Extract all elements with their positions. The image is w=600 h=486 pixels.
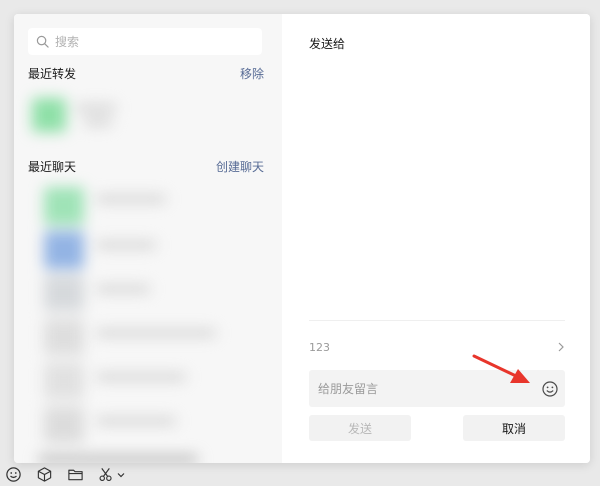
list-item[interactable] bbox=[44, 319, 84, 355]
send-button[interactable]: 发送 bbox=[309, 415, 411, 441]
emoji-button[interactable] bbox=[541, 380, 559, 398]
list-item[interactable] bbox=[44, 275, 84, 311]
send-panel: 发送给 123 发送 取消 bbox=[282, 14, 590, 463]
cube-icon bbox=[37, 467, 52, 482]
favorites-tool-button[interactable] bbox=[36, 466, 53, 483]
list-item[interactable] bbox=[44, 407, 84, 443]
screenshot-tool-button[interactable] bbox=[98, 466, 125, 483]
chevron-down-icon bbox=[117, 472, 125, 477]
smiley-icon bbox=[542, 380, 558, 397]
recent-chats-header: 最近聊天 创建聊天 bbox=[28, 158, 264, 175]
file-tool-button[interactable] bbox=[67, 466, 84, 483]
contact-picker-pane: 最近转发 移除 最近聊天 创建聊天 bbox=[14, 14, 282, 463]
chat-input-toolbar bbox=[0, 463, 600, 486]
create-chat-link[interactable]: 创建聊天 bbox=[216, 158, 264, 175]
smiley-icon bbox=[6, 467, 21, 482]
forward-dialog: 最近转发 移除 最近聊天 创建聊天 发送给 bbox=[14, 14, 590, 463]
scissors-icon bbox=[99, 468, 112, 482]
recent-forward-title: 最近转发 bbox=[28, 67, 77, 81]
folder-icon bbox=[68, 469, 83, 481]
send-to-title: 发送给 bbox=[309, 37, 346, 51]
recent-forward-list bbox=[14, 84, 282, 146]
search-icon bbox=[36, 35, 49, 48]
emoji-tool-button[interactable] bbox=[5, 466, 22, 483]
recent-chats-title: 最近聊天 bbox=[28, 160, 77, 174]
list-item[interactable] bbox=[44, 231, 84, 269]
list-item[interactable] bbox=[32, 98, 66, 132]
search-input[interactable] bbox=[55, 34, 245, 49]
recent-forward-header: 最近转发 移除 bbox=[28, 65, 264, 82]
cancel-button[interactable]: 取消 bbox=[463, 415, 565, 441]
annotation-arrow-icon bbox=[472, 354, 530, 383]
recent-chats-list bbox=[14, 179, 282, 463]
message-preview-text: 123 bbox=[309, 340, 330, 354]
list-item[interactable] bbox=[44, 363, 84, 399]
list-item[interactable] bbox=[44, 187, 84, 225]
remove-link[interactable]: 移除 bbox=[240, 65, 264, 82]
chevron-right-icon bbox=[558, 342, 564, 352]
search-box[interactable] bbox=[28, 28, 262, 55]
divider bbox=[309, 320, 565, 321]
